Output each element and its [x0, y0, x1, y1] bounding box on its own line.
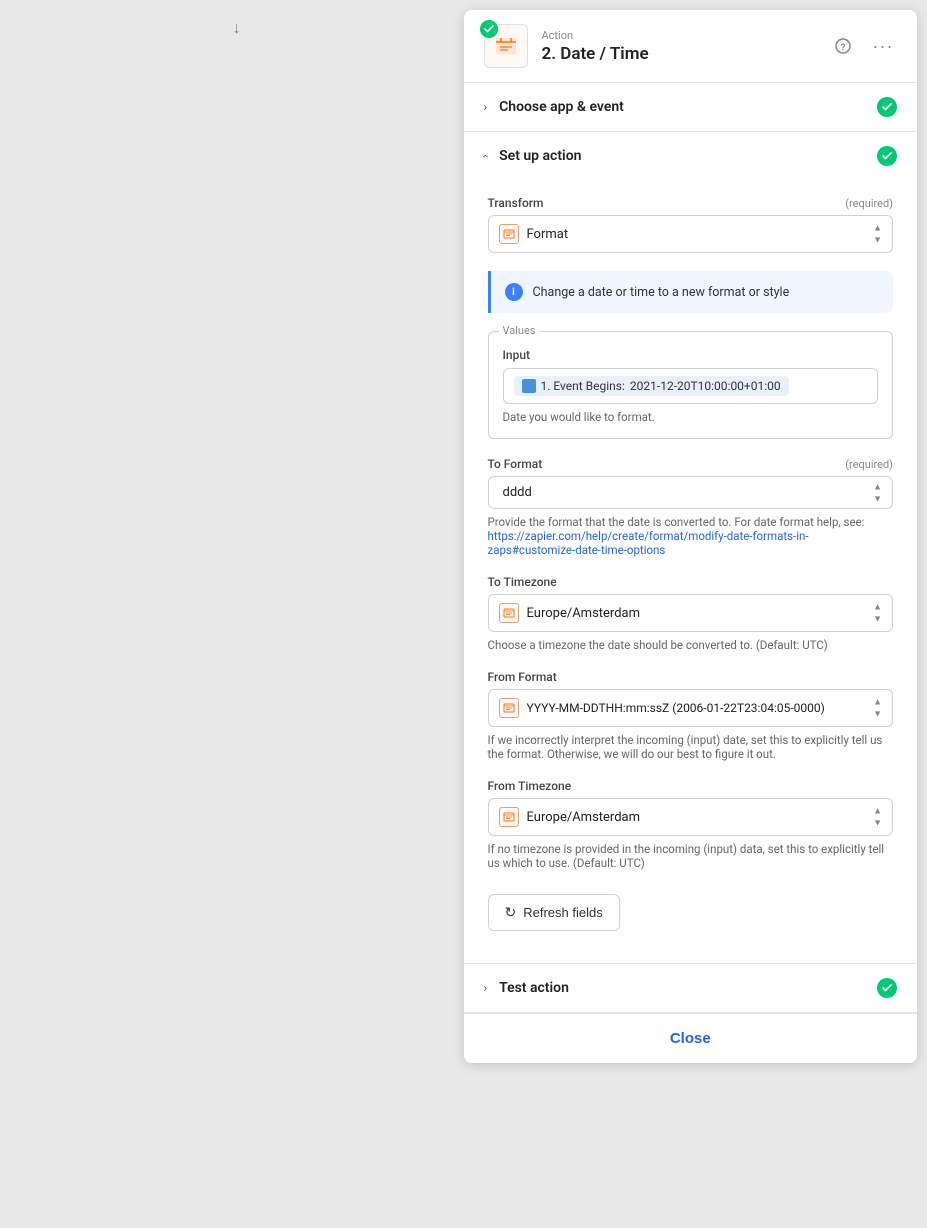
to-format-hint: Provide the format that the date is conv…	[488, 515, 894, 557]
info-text: Change a date or time to a new format or…	[533, 285, 790, 300]
from-timezone-value: Europe/Amsterdam	[527, 810, 883, 825]
to-timezone-select[interactable]: Europe/Amsterdam ▲ ▼	[488, 594, 894, 632]
from-format-icon	[499, 698, 519, 718]
to-format-select[interactable]: dddd ▲ ▼	[488, 476, 894, 509]
choose-app-check	[877, 97, 897, 117]
from-format-label-row: From Format	[488, 670, 894, 684]
from-format-value: YYYY-MM-DDTHH:mm:ssZ (2006-01-22T23:04:0…	[527, 701, 883, 715]
setup-action-check	[877, 146, 897, 166]
refresh-icon: ↻	[505, 904, 517, 921]
input-tag: 1. Event Begins: 2021-12-20T10:00:00+01:…	[514, 376, 789, 396]
to-format-label: To Format	[488, 457, 543, 471]
to-format-label-row: To Format (required)	[488, 457, 894, 471]
transform-field-group: Transform (required) Format ▲	[488, 196, 894, 253]
page-title: 2. Date / Time	[542, 44, 830, 64]
check-badge	[480, 20, 498, 38]
info-box: i Change a date or time to a new format …	[488, 271, 894, 313]
panel-header: Action 2. Date / Time ? ···	[464, 10, 918, 83]
refresh-label: Refresh fields	[523, 905, 602, 920]
from-timezone-hint: If no timezone is provided in the incomi…	[488, 842, 894, 870]
to-timezone-icon	[499, 603, 519, 623]
to-timezone-value: Europe/Amsterdam	[527, 606, 883, 621]
setup-action-section: ‹ Set up action Transform (required)	[464, 132, 918, 964]
transform-icon	[499, 224, 519, 244]
to-timezone-arrows: ▲ ▼	[873, 602, 882, 625]
more-options-button[interactable]: ···	[869, 32, 897, 60]
values-legend: Values	[499, 324, 540, 337]
tag-label: 1. Event Begins:	[541, 379, 625, 393]
from-format-field-group: From Format YYYY-MM-DDTHH:mm:ssZ (2006-0…	[488, 670, 894, 761]
to-timezone-label: To Timezone	[488, 575, 557, 589]
choose-app-header[interactable]: › Choose app & event	[464, 83, 918, 131]
to-format-arrows: ▲ ▼	[873, 481, 882, 504]
from-format-hint: If we incorrectly interpret the incoming…	[488, 733, 894, 761]
setup-action-header[interactable]: ‹ Set up action	[464, 132, 918, 180]
test-action-header[interactable]: › Test action	[464, 964, 918, 1012]
action-label: Action	[542, 29, 830, 42]
setup-action-title: Set up action	[499, 148, 877, 164]
input-label: Input	[503, 348, 879, 362]
test-action-check	[877, 978, 897, 998]
app-icon-wrap	[484, 24, 528, 68]
down-arrow-icon: ↓	[233, 18, 241, 38]
to-format-value: dddd	[499, 485, 883, 500]
refresh-fields-button[interactable]: ↻ Refresh fields	[488, 894, 620, 931]
from-timezone-field-group: From Timezone Europe/Amsterdam ▲	[488, 779, 894, 870]
header-actions: ? ···	[829, 32, 897, 60]
to-format-required: (required)	[845, 458, 893, 471]
close-button[interactable]: Close	[670, 1030, 711, 1047]
to-timezone-label-row: To Timezone	[488, 575, 894, 589]
header-text: Action 2. Date / Time	[542, 29, 830, 64]
from-timezone-label-row: From Timezone	[488, 779, 894, 793]
from-format-label: From Format	[488, 670, 557, 684]
choose-app-section: › Choose app & event	[464, 83, 918, 132]
test-action-title: Test action	[499, 980, 877, 996]
svg-text:?: ?	[840, 42, 846, 52]
transform-label-row: Transform (required)	[488, 196, 894, 210]
transform-required: (required)	[845, 197, 893, 210]
help-button[interactable]: ?	[829, 32, 857, 60]
values-fieldset: Values Input 1. Event Begins: 2021-12-20…	[488, 331, 894, 439]
from-timezone-icon	[499, 807, 519, 827]
chevron-down-icon: ‹	[478, 154, 492, 158]
info-icon: i	[505, 283, 523, 301]
refresh-btn-wrap: ↻ Refresh fields	[488, 894, 894, 931]
chevron-right-icon: ›	[484, 100, 488, 114]
to-format-hint-text: Provide the format that the date is conv…	[488, 515, 865, 529]
from-timezone-label: From Timezone	[488, 779, 572, 793]
tag-value: 2021-12-20T10:00:00+01:00	[630, 379, 781, 393]
to-timezone-hint: Choose a timezone the date should be con…	[488, 638, 894, 652]
tag-calendar-icon	[522, 379, 536, 393]
choose-app-title: Choose app & event	[499, 99, 877, 115]
test-action-section: › Test action	[464, 964, 918, 1013]
from-format-select[interactable]: YYYY-MM-DDTHH:mm:ssZ (2006-01-22T23:04:0…	[488, 689, 894, 727]
transform-select[interactable]: Format ▲ ▼	[488, 215, 894, 253]
input-tag-field[interactable]: 1. Event Begins: 2021-12-20T10:00:00+01:…	[503, 368, 879, 404]
main-panel: Action 2. Date / Time ? ··· › Choose app…	[464, 10, 918, 1063]
input-hint: Date you would like to format.	[503, 410, 879, 424]
footer: Close	[464, 1013, 918, 1063]
from-timezone-arrows: ▲ ▼	[873, 806, 882, 829]
from-format-arrows: ▲ ▼	[873, 697, 882, 720]
transform-arrows: ▲ ▼	[873, 223, 882, 246]
transform-value: Format	[527, 227, 883, 242]
to-format-field-group: To Format (required) dddd ▲ ▼ Provide th…	[488, 457, 894, 557]
transform-label: Transform	[488, 196, 544, 210]
from-timezone-select[interactable]: Europe/Amsterdam ▲ ▼	[488, 798, 894, 836]
to-format-hint-link[interactable]: https://zapier.com/help/create/format/mo…	[488, 529, 809, 557]
setup-action-body: Transform (required) Format ▲	[464, 180, 918, 963]
to-timezone-field-group: To Timezone Europe/Amsterdam ▲	[488, 575, 894, 652]
test-chevron-icon: ›	[484, 981, 488, 995]
